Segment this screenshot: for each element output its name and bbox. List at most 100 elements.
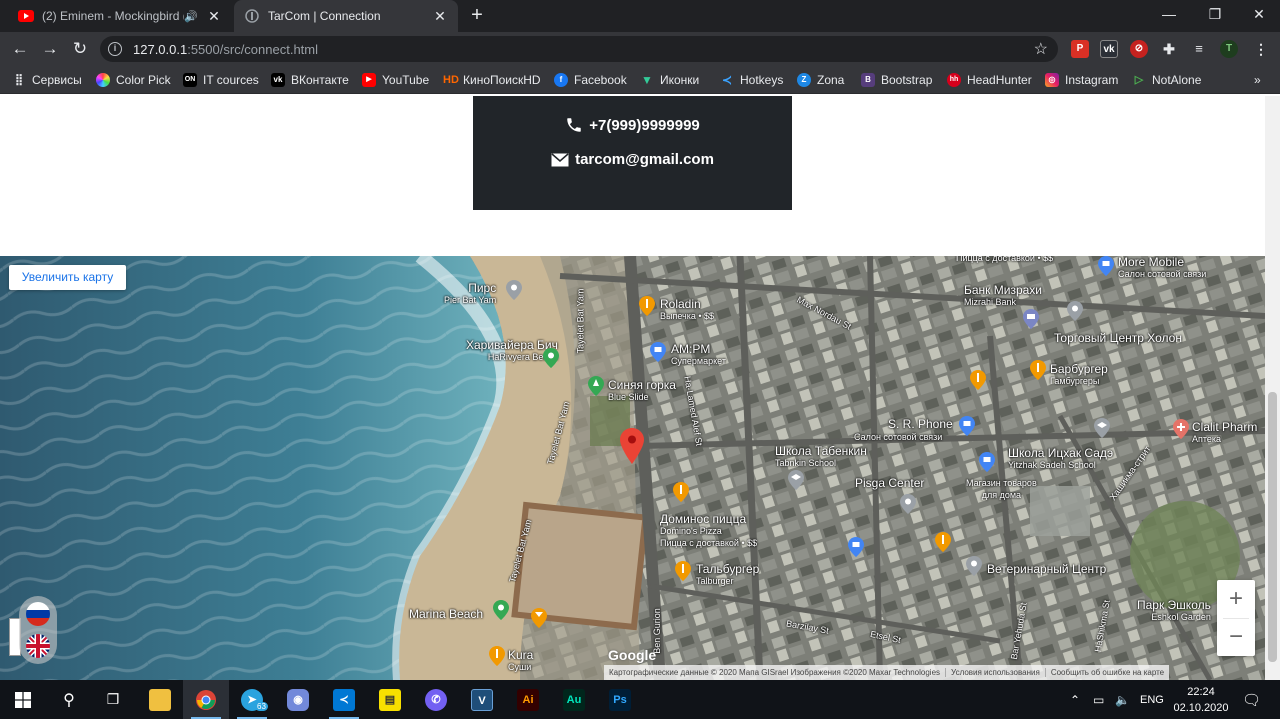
place-barburger[interactable]: Барбургер Гамбургеры (1050, 363, 1108, 387)
scrollbar-thumb[interactable] (1268, 392, 1277, 662)
place-pizza-top[interactable]: Пицца с доставкой • $$ (956, 256, 1053, 264)
bookmark-facebook[interactable]: f Facebook (554, 71, 627, 89)
place-dominos[interactable]: Доминос пицца Domino's Pizza Пицца с доста… (660, 513, 757, 549)
place-vet-center[interactable]: Ветеринарный Центр (987, 563, 1106, 575)
vk-extension-icon[interactable]: vk (1100, 40, 1118, 58)
clock[interactable]: 22:24 02.10.2020 (1166, 684, 1236, 716)
place-blue-slide[interactable]: Синяя горка Blue Slide (608, 379, 676, 403)
close-window-button[interactable]: ✕ (1236, 0, 1280, 30)
food-pin-icon[interactable] (489, 646, 505, 666)
tab-youtube[interactable]: (2) Eminem - Mockingbird (C 🔊 ✕ (8, 0, 232, 32)
place-eshkol-garden[interactable]: Парк Эшколь Eshkol Garden (1137, 599, 1211, 623)
park-pin-icon[interactable] (588, 376, 604, 396)
shopping-pin-icon[interactable] (959, 416, 975, 436)
page-scrollbar[interactable] (1265, 96, 1280, 680)
visio-icon[interactable]: V (459, 680, 505, 719)
place-ampm[interactable]: AM:PM Супермаркет (671, 343, 726, 367)
attraction-pin-icon[interactable] (506, 280, 522, 300)
bank-pin-icon[interactable] (1023, 309, 1039, 329)
back-arrow-icon[interactable]: ← (8, 37, 32, 61)
place-holon-mall[interactable]: Торговый Центр Холон (1054, 332, 1182, 344)
maximize-button[interactable]: ❐ (1192, 0, 1238, 30)
place-marina-beach[interactable]: Marina Beach (409, 608, 483, 620)
place-pisga-center[interactable]: Pisga Center (855, 477, 924, 489)
bookmark-star-icon[interactable]: ☆ (1034, 39, 1048, 59)
google-map[interactable]: Увеличить карту Пирс Pier Bat Yam Харивай… (0, 256, 1265, 680)
uk-flag-icon[interactable] (26, 634, 50, 658)
enlarge-map-button[interactable]: Увеличить карту (9, 265, 126, 290)
bookmark-bootstrap[interactable]: B Bootstrap (861, 71, 932, 89)
report-error-link[interactable]: Сообщить об ошибке на карте (1046, 668, 1169, 677)
zoom-out-button[interactable]: − (1217, 618, 1255, 656)
food-pin-icon[interactable] (639, 296, 655, 316)
new-tab-button[interactable]: + (466, 4, 488, 26)
russian-flag-icon[interactable] (26, 602, 50, 626)
beach-pin-icon[interactable] (543, 348, 559, 368)
bookmark-headhunter[interactable]: hh HeadHunter (947, 71, 1032, 89)
windows-start-icon[interactable] (0, 680, 46, 719)
profile-avatar-icon[interactable]: T (1220, 40, 1238, 58)
school-pin-icon[interactable] (1094, 418, 1110, 438)
food-pin-icon[interactable] (970, 370, 986, 390)
bookmark-icons[interactable]: ▼ Иконки (640, 71, 699, 89)
school-pin-icon[interactable] (788, 470, 804, 490)
telegram-icon[interactable]: ➤ 63 (229, 680, 275, 719)
place-sadeh-school[interactable]: Школа Ицхак Садэ Yitzhak Sadeh School (1008, 447, 1113, 471)
blocker-extension-icon[interactable]: ⊘ (1130, 40, 1148, 58)
reading-list-icon[interactable]: ≡ (1190, 40, 1208, 58)
more-bookmarks-chevron-icon[interactable]: » (1254, 71, 1261, 89)
place-pin-icon[interactable] (900, 494, 916, 514)
google-logo[interactable]: Google (608, 647, 656, 663)
shopping-pin-icon[interactable] (848, 537, 864, 557)
place-tabenkin-school[interactable]: Школа Табенкин Tabnkin School (775, 445, 867, 469)
place-pier[interactable]: Пирс Pier Bat Yam (444, 282, 496, 306)
file-explorer-icon[interactable] (137, 680, 183, 719)
bookmark-hotkeys[interactable]: ≺ Hotkeys (720, 71, 783, 89)
pharmacy-pin-icon[interactable] (1173, 419, 1189, 439)
shopping-pin-icon[interactable] (979, 452, 995, 472)
minimize-button[interactable]: — (1146, 0, 1192, 30)
forward-arrow-icon[interactable]: → (38, 37, 62, 61)
bookmark-it-cources[interactable]: ON IT cources (183, 71, 259, 89)
viber-icon[interactable]: ✆ (413, 680, 459, 719)
close-tab-icon[interactable]: ✕ (206, 8, 222, 25)
extensions-puzzle-icon[interactable]: ✚ (1160, 40, 1178, 58)
audition-icon[interactable]: Au (551, 680, 597, 719)
url-text[interactable]: 127.0.0.1:5500/src/connect.html (133, 42, 318, 57)
place-more-mobile[interactable]: More Mobile Салон сотовой связи (1118, 256, 1206, 280)
chrome-icon[interactable] (183, 680, 229, 719)
tray-chevron-icon[interactable]: ⌃ (1070, 680, 1080, 719)
shopping-pin-icon[interactable] (1098, 256, 1114, 276)
bookmark-color-pick[interactable]: Color Pick (96, 71, 171, 89)
place-sr-phone-sub[interactable]: Салон сотовой связи (854, 431, 942, 443)
bookmark-instagram[interactable]: ◎ Instagram (1045, 71, 1118, 89)
phone-number[interactable]: +7(999)9999999 (589, 117, 700, 134)
volume-icon[interactable]: 🔈 (1115, 680, 1130, 719)
info-icon[interactable]: i (108, 42, 122, 56)
food-pin-icon[interactable] (1030, 360, 1046, 380)
bookmark-zona[interactable]: Z Zona (797, 71, 844, 89)
zoom-in-button[interactable]: + (1217, 580, 1255, 618)
location-marker-icon[interactable] (620, 428, 644, 464)
terms-link[interactable]: Условия использования (946, 668, 1046, 677)
place-clalit-pharm[interactable]: Clalit Pharm Аптека (1192, 421, 1257, 445)
reload-icon[interactable]: ↻ (68, 37, 92, 61)
close-tab-icon[interactable]: ✕ (432, 8, 448, 25)
notifications-icon[interactable]: 🗨 (1242, 680, 1261, 719)
place-pin-icon[interactable] (1067, 301, 1083, 321)
menu-kebab-icon[interactable]: ⋮ (1252, 40, 1270, 58)
pocket-extension-icon[interactable]: P (1071, 40, 1089, 58)
shopping-pin-icon[interactable] (650, 342, 666, 362)
photoshop-icon[interactable]: Ps (597, 680, 643, 719)
email-address[interactable]: tarcom@gmail.com (575, 151, 714, 168)
place-talburger[interactable]: Тальбургер Talburger (696, 563, 759, 587)
place-kura[interactable]: Kura Суши (508, 649, 533, 673)
bar-pin-icon[interactable] (531, 608, 547, 628)
vscode-icon[interactable]: ≺ (321, 680, 367, 719)
bookmark-kinopoisk[interactable]: HD КиноПоискHD (443, 71, 541, 89)
bookmark-vkontakte[interactable]: vk ВКонтакте (271, 71, 349, 89)
input-language[interactable]: ENG (1140, 680, 1164, 719)
tab-tarcom[interactable]: TarCom | Connection ✕ (234, 0, 458, 32)
sticky-notes-icon[interactable]: ▤ (367, 680, 413, 719)
bookmark-youtube[interactable]: ▶ YouTube (362, 71, 429, 89)
